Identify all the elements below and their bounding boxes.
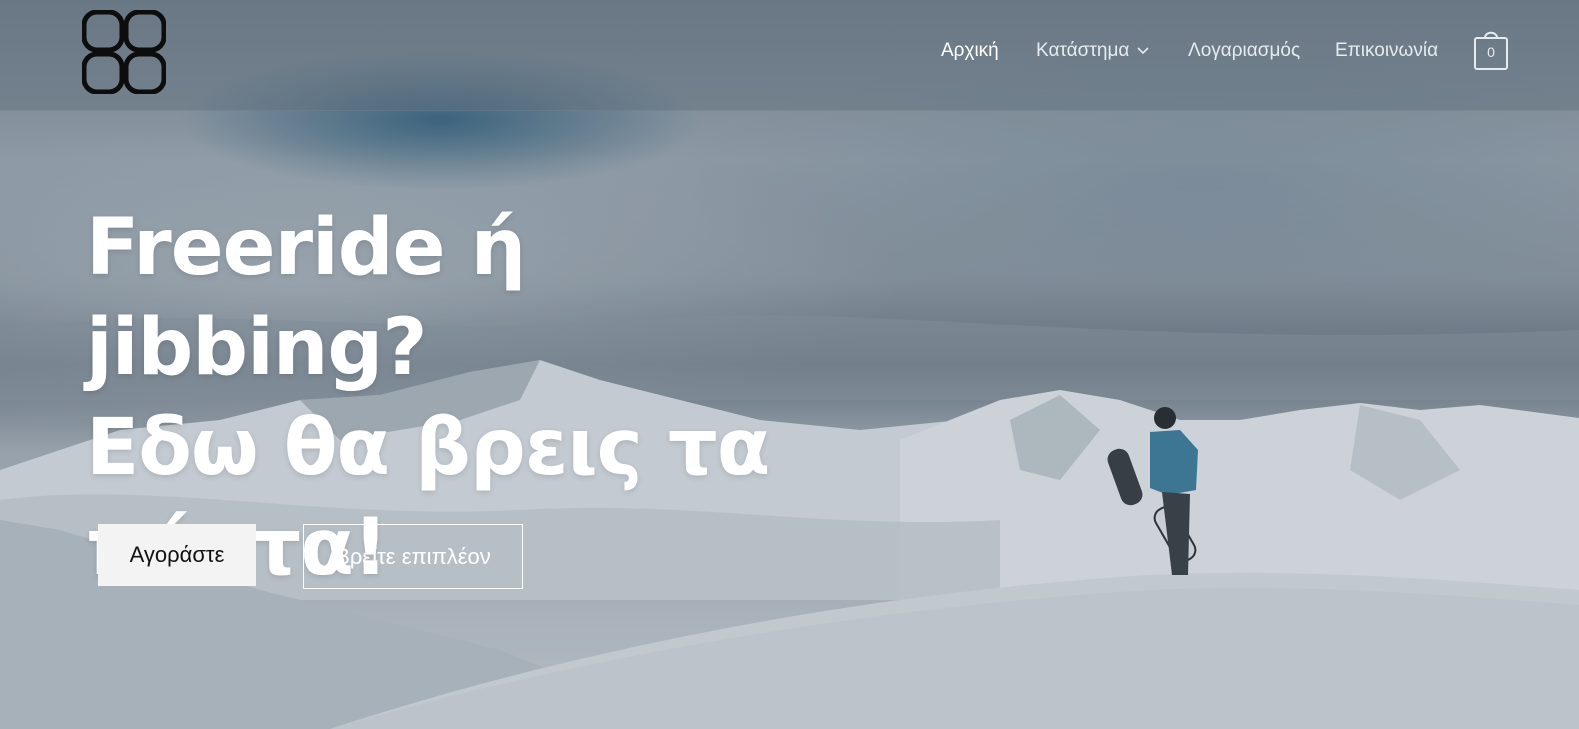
- cart-button[interactable]: 0: [1474, 28, 1508, 70]
- cart-count: 0: [1487, 44, 1495, 60]
- nav-item-shop-label: Κατάστημα: [1036, 40, 1130, 61]
- nav-item-account[interactable]: Λογαριασμός: [1188, 40, 1300, 62]
- site-logo-icon[interactable]: [82, 10, 166, 94]
- shop-now-button[interactable]: Αγοράστε: [98, 524, 256, 586]
- headline-line-2: Εδω θα βρεις τα: [86, 403, 770, 493]
- headline-line-1: Freeride ή jibbing?: [86, 203, 526, 393]
- nav-item-shop[interactable]: Κατάστημα: [1036, 40, 1149, 62]
- learn-more-button[interactable]: Βρείτε επιπλέον: [303, 524, 523, 589]
- nav-item-contact[interactable]: Επικοινωνία: [1335, 40, 1438, 62]
- chevron-down-icon: [1137, 47, 1149, 55]
- site-header: Αρχική Κατάστημα Λογαριασμός Επικοινωνία…: [0, 0, 1579, 111]
- nav-item-home[interactable]: Αρχική: [941, 40, 999, 62]
